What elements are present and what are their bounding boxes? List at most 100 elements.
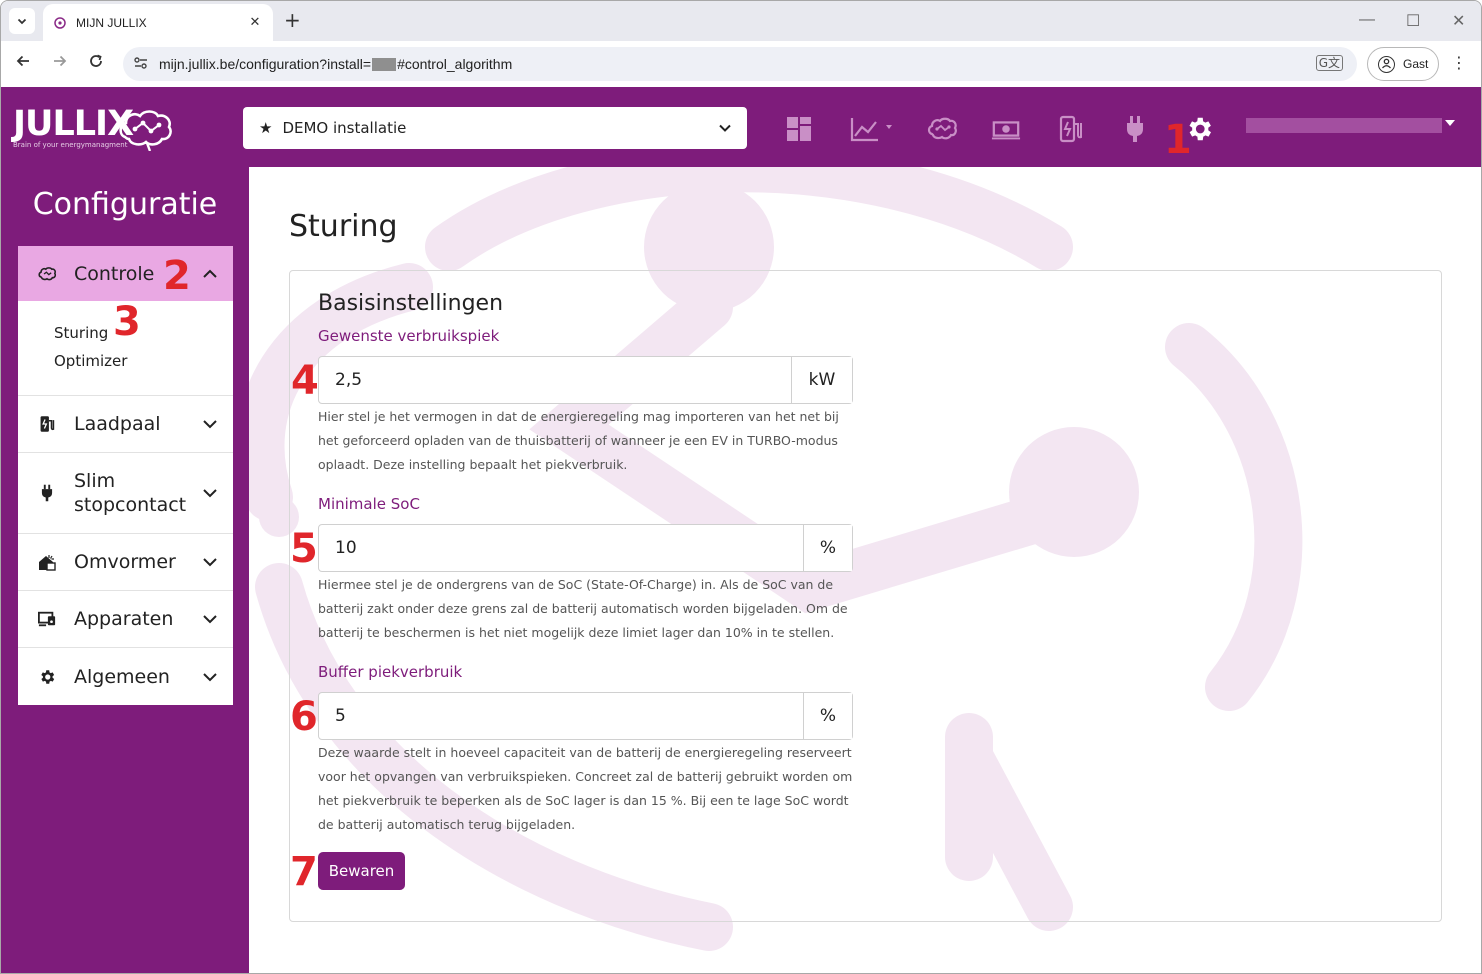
brain-icon [38, 265, 56, 283]
gear-icon [38, 668, 56, 686]
sidebar-item-slim-stopcontact[interactable]: Slim stopcontact [18, 453, 233, 534]
annotation-marker: 6 [290, 694, 318, 740]
money-icon[interactable] [991, 114, 1021, 144]
annotation-marker: 3 [113, 299, 141, 345]
sidebar-item-laadpaal[interactable]: Laadpaal [18, 396, 233, 453]
url-suffix: #control_algorithm [397, 56, 513, 72]
help-text: Hiermee stel je de ondergrens van de SoC… [318, 577, 848, 640]
user-menu[interactable] [1246, 118, 1442, 133]
unit-addon: % [803, 525, 852, 571]
home-solar-icon [38, 553, 56, 571]
main-content: Sturing Basisinstellingen Gewenste verbr… [249, 167, 1481, 973]
browser-toolbar: mijn.jullix.be/configuration?install= #co… [1, 41, 1481, 87]
unit-addon: % [803, 693, 852, 739]
tab-strip: MIJN JULLIX ✕ + — ☐ ✕ [1, 1, 1481, 41]
logo-tagline: Brain of your energymanagment [13, 141, 128, 149]
chart-icon[interactable] [849, 114, 897, 144]
close-tab-icon[interactable]: ✕ [247, 15, 263, 30]
tab-title: MIJN JULLIX [76, 15, 147, 30]
minimale-soc-input-group: 10 % [318, 524, 853, 572]
plug-icon[interactable] [1120, 114, 1150, 144]
chevron-down-icon [203, 615, 217, 624]
logo-brain-icon [119, 110, 172, 151]
annotation-marker: 7 [290, 849, 318, 895]
jullix-logo[interactable]: JULLIX Brain of your energymanagment [13, 104, 172, 151]
jullix-app: JULLIX Brain of your energymanagment ★ D… [1, 87, 1481, 973]
sidebar-item-label: Apparaten [74, 608, 174, 630]
devices-icon [38, 610, 56, 628]
verbruikspiek-input[interactable]: 2,5 [319, 357, 791, 403]
sidebar-item-controle[interactable]: Controle [18, 246, 233, 301]
dashboard-icon[interactable] [784, 114, 814, 144]
url-text: mijn.jullix.be/configuration?install= #co… [159, 56, 512, 72]
browser-menu-icon[interactable]: ⋮ [1451, 53, 1467, 72]
profile-label: Gast [1403, 57, 1429, 71]
chevron-down-icon [203, 489, 217, 498]
minimale-soc-input[interactable]: 10 [319, 525, 803, 571]
submenu-item-optimizer[interactable]: Optimizer [54, 347, 233, 375]
brain-icon[interactable] [927, 114, 957, 144]
url-prefix: mijn.jullix.be/configuration?install= [159, 56, 372, 72]
help-text: Deze waarde stelt in hoeveel capaciteit … [318, 745, 853, 832]
top-navbar: JULLIX Brain of your energymanagment ★ D… [1, 87, 1481, 167]
field-label-buffer-piekverbruik: Buffer piekverbruik [318, 663, 463, 681]
logo-wordmark: JULLIX [13, 104, 134, 144]
help-text: Hier stel je het vermogen in dat de ener… [318, 409, 839, 472]
field-label-verbruikspiek: Gewenste verbruikspiek [318, 327, 500, 345]
save-button[interactable]: Bewaren [318, 852, 405, 890]
star-icon: ★ [259, 119, 273, 137]
sidebar-item-label: Slim stopcontact [74, 470, 187, 516]
annotation-marker: 1 [1164, 117, 1192, 163]
chevron-down-icon [719, 124, 731, 132]
reload-button[interactable] [84, 52, 108, 76]
sidebar-item-label: Algemeen [74, 665, 170, 688]
sidebar-title: Configuratie [32, 187, 218, 222]
unit-addon: kW [791, 357, 852, 403]
field-label-minimale-soc: Minimale SoC [318, 495, 420, 513]
chevron-down-icon [203, 672, 217, 681]
tab-search-button[interactable] [9, 8, 35, 34]
chevron-down-icon [203, 558, 217, 567]
profile-icon [1378, 55, 1395, 73]
sidebar-item-apparaten[interactable]: Apparaten [18, 591, 233, 648]
annotation-marker: 5 [290, 526, 318, 572]
plug-icon [38, 484, 56, 502]
favicon-icon [53, 16, 67, 30]
verbruikspiek-input-group: 2,5 kW [318, 356, 853, 404]
charger-icon[interactable] [1056, 114, 1086, 144]
forward-button[interactable] [48, 52, 72, 76]
installation-select[interactable]: ★ DEMO installatie [243, 107, 747, 149]
page-title: Sturing [289, 209, 398, 244]
arrow-left-icon [16, 55, 29, 67]
new-tab-button[interactable]: + [284, 9, 301, 31]
minimize-icon[interactable]: — [1359, 11, 1375, 29]
caret-down-icon[interactable] [1445, 120, 1455, 126]
settings-card: Basisinstellingen Gewenste verbruikspiek… [289, 270, 1442, 922]
sidebar-item-label: Laadpaal [74, 413, 161, 435]
site-settings-icon[interactable] [133, 55, 149, 75]
redacted-id [372, 57, 397, 71]
annotation-marker: 4 [291, 358, 319, 404]
chevron-down-icon [203, 420, 217, 429]
sidebar-item-label: Omvormer [74, 551, 176, 573]
installation-label: DEMO installatie [282, 119, 407, 137]
sidebar-item-algemeen[interactable]: Algemeen [18, 648, 233, 705]
submenu-item-sturing[interactable]: Sturing [54, 319, 233, 347]
chevron-down-icon [17, 18, 27, 25]
profile-button[interactable]: Gast [1367, 47, 1439, 81]
annotation-marker: 2 [163, 253, 191, 299]
maximize-icon[interactable]: ☐ [1406, 11, 1420, 31]
reload-icon [90, 54, 102, 67]
charger-icon [38, 415, 56, 433]
chevron-up-icon [203, 269, 217, 278]
buffer-piekverbruik-input-group: 5 % [318, 692, 853, 740]
close-window-icon[interactable]: ✕ [1452, 11, 1465, 31]
sidebar-item-omvormer[interactable]: Omvormer [18, 534, 233, 591]
back-button[interactable] [11, 52, 35, 76]
buffer-piekverbruik-input[interactable]: 5 [319, 693, 803, 739]
browser-tab[interactable]: MIJN JULLIX ✕ [43, 4, 273, 41]
translate-icon[interactable]: G文 [1315, 55, 1343, 71]
sidebar: Configuratie Controle Sturing Optimizer [1, 167, 249, 973]
browser-window: MIJN JULLIX ✕ + — ☐ ✕ mijn.jullix.be/con… [0, 0, 1482, 974]
address-bar[interactable]: mijn.jullix.be/configuration?install= #co… [123, 47, 1357, 81]
